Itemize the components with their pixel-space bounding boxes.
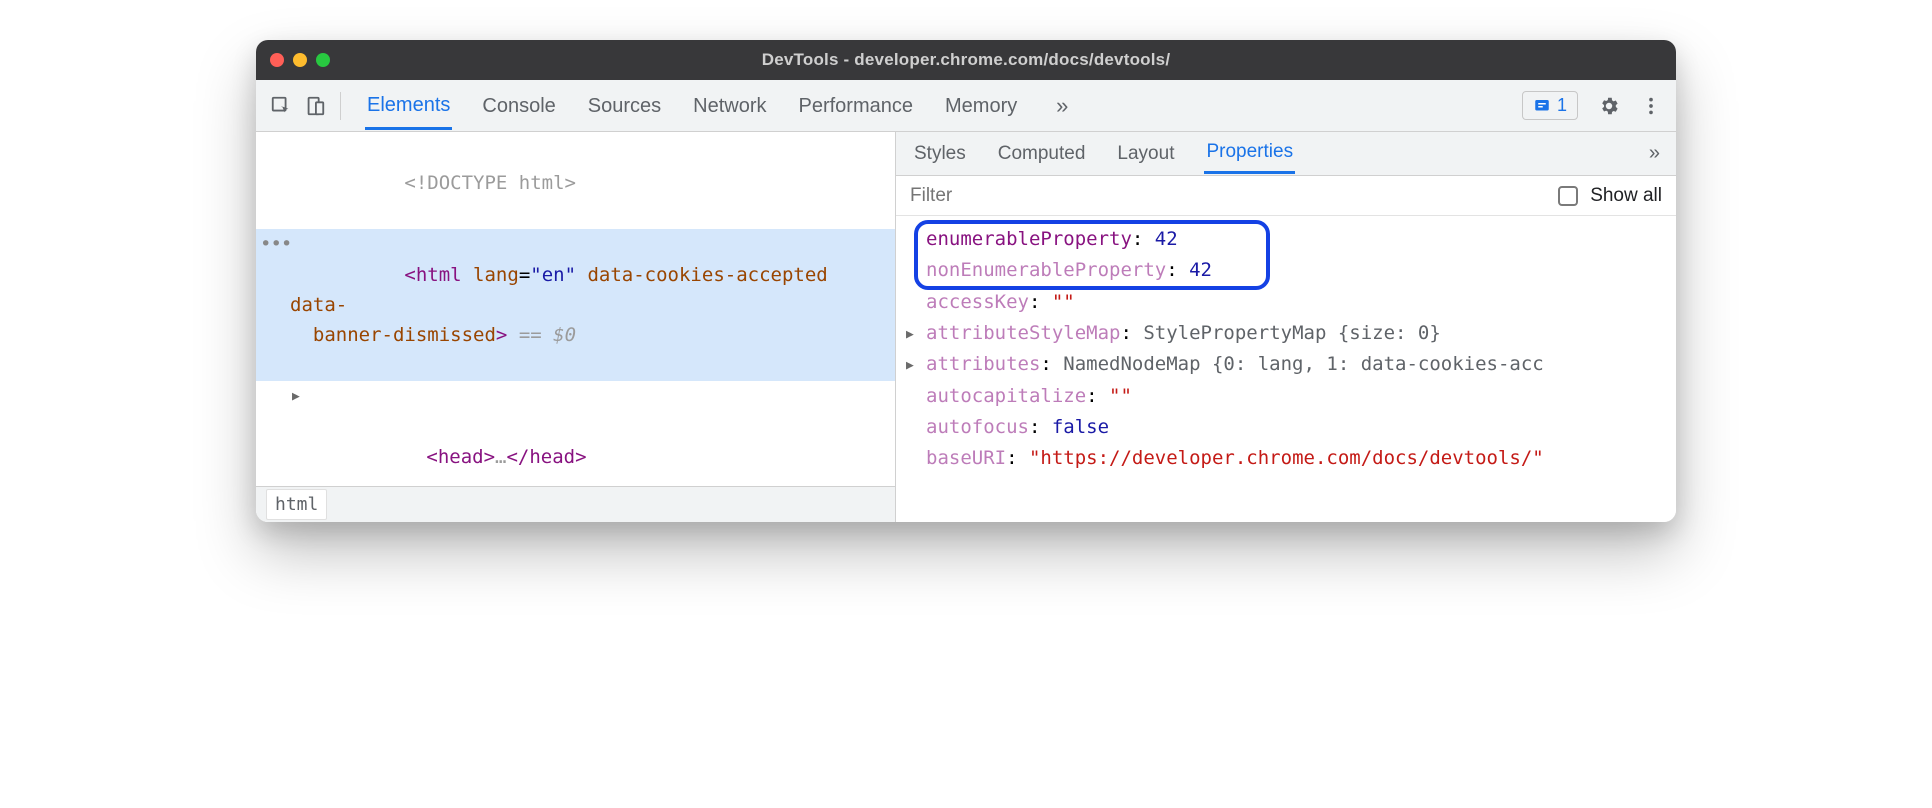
subtab-layout[interactable]: Layout (1115, 135, 1176, 173)
property-key: autocapitalize (926, 385, 1086, 407)
property-value: false (1052, 416, 1109, 438)
properties-list[interactable]: enumerableProperty: 42nonEnumerablePrope… (896, 216, 1676, 483)
show-all-label: Show all (1590, 185, 1662, 207)
property-row[interactable]: enumerableProperty: 42 (922, 224, 1664, 255)
property-key: enumerableProperty (926, 228, 1132, 250)
filter-input[interactable] (910, 185, 1222, 207)
close-window-button[interactable] (270, 53, 284, 67)
subtab-styles[interactable]: Styles (912, 135, 968, 173)
expand-triangle-icon[interactable]: ▶ (906, 324, 914, 345)
property-value: "https://developer.chrome.com/docs/devto… (1029, 447, 1544, 469)
settings-icon[interactable] (1594, 91, 1624, 121)
property-row[interactable]: nonEnumerableProperty: 42 (922, 255, 1664, 286)
dom-node-html[interactable]: •••<html lang="en" data-cookies-accepted… (256, 229, 895, 381)
property-row[interactable]: autocapitalize: "" (922, 381, 1664, 412)
minimize-window-button[interactable] (293, 53, 307, 67)
property-row[interactable]: autofocus: false (922, 412, 1664, 443)
property-value: StylePropertyMap {size: 0} (1143, 322, 1440, 344)
subtab-computed[interactable]: Computed (996, 135, 1088, 173)
sidebar-tabs: Styles Computed Layout Properties » (896, 132, 1676, 176)
main-tabs: Elements Console Sources Network Perform… (365, 82, 1077, 130)
ellipsis-icon: ••• (260, 229, 291, 259)
breadcrumb[interactable]: html (256, 486, 895, 522)
property-row[interactable]: accessKey: "" (922, 287, 1664, 318)
tab-console[interactable]: Console (480, 83, 557, 128)
kebab-menu-icon[interactable] (1636, 91, 1666, 121)
expand-triangle-icon[interactable]: ▶ (906, 355, 914, 376)
tab-memory[interactable]: Memory (943, 83, 1019, 128)
tab-sources[interactable]: Sources (586, 83, 663, 128)
window-titlebar: DevTools - developer.chrome.com/docs/dev… (256, 40, 1676, 80)
inspect-element-icon[interactable] (266, 91, 296, 121)
property-value: 42 (1155, 228, 1178, 250)
dom-doctype[interactable]: <!DOCTYPE html> (404, 172, 576, 194)
property-key: baseURI (926, 447, 1006, 469)
main-toolbar: Elements Console Sources Network Perform… (256, 80, 1676, 132)
dom-tree[interactable]: <!DOCTYPE html> •••<html lang="en" data-… (256, 132, 895, 486)
window-title: DevTools - developer.chrome.com/docs/dev… (762, 50, 1171, 70)
property-key: attributeStyleMap (926, 322, 1120, 344)
property-value: "" (1109, 385, 1132, 407)
device-toggle-icon[interactable] (300, 91, 330, 121)
property-key: nonEnumerableProperty (926, 259, 1166, 281)
more-tabs-icon[interactable]: » (1047, 91, 1077, 121)
property-key: attributes (926, 353, 1040, 375)
show-all-checkbox[interactable] (1558, 186, 1578, 206)
issues-count: 1 (1557, 95, 1567, 116)
expand-triangle-icon[interactable]: ▶ (292, 387, 300, 408)
property-row[interactable]: ▶attributes: NamedNodeMap {0: lang, 1: d… (922, 349, 1664, 380)
dom-node-head[interactable]: ▶ <head>…</head> (256, 381, 895, 486)
filter-row: Show all (896, 176, 1676, 216)
property-value: 42 (1189, 259, 1212, 281)
tab-performance[interactable]: Performance (797, 83, 916, 128)
property-key: accessKey (926, 291, 1029, 313)
issues-button[interactable]: 1 (1522, 91, 1578, 120)
property-key: autofocus (926, 416, 1029, 438)
property-value: NamedNodeMap {0: lang, 1: data-cookies-a… (1063, 353, 1543, 375)
property-value: "" (1052, 291, 1075, 313)
sidebar-panel: Styles Computed Layout Properties » Show… (896, 132, 1676, 522)
tab-elements[interactable]: Elements (365, 82, 452, 130)
property-row[interactable]: baseURI: "https://developer.chrome.com/d… (922, 443, 1664, 474)
toolbar-separator (340, 92, 341, 120)
more-subtabs-icon[interactable]: » (1649, 142, 1660, 165)
breadcrumb-item[interactable]: html (266, 489, 327, 520)
subtab-properties[interactable]: Properties (1204, 133, 1295, 174)
elements-panel: <!DOCTYPE html> •••<html lang="en" data-… (256, 132, 896, 522)
property-row[interactable]: ▶attributeStyleMap: StylePropertyMap {si… (922, 318, 1664, 349)
window-controls (270, 53, 330, 67)
tab-network[interactable]: Network (691, 83, 768, 128)
main-content: <!DOCTYPE html> •••<html lang="en" data-… (256, 132, 1676, 522)
devtools-window: DevTools - developer.chrome.com/docs/dev… (256, 40, 1676, 522)
maximize-window-button[interactable] (316, 53, 330, 67)
